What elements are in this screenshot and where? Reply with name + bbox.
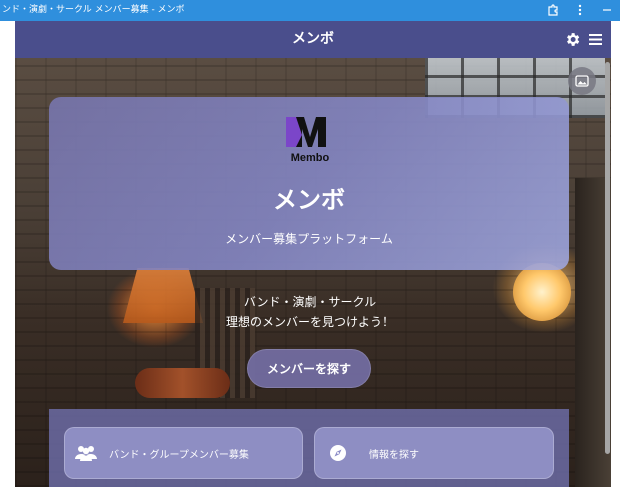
tile-label: バンド・グループメンバー募集 xyxy=(109,449,249,461)
tagline-line-1: バンド・演劇・サークル xyxy=(243,295,377,309)
tagline-line-2: 理想のメンバーを見つけよう！ xyxy=(225,315,394,329)
hamburger-menu-icon[interactable] xyxy=(588,32,603,47)
scrollbar-thumb[interactable] xyxy=(605,62,610,454)
hero-title: メンボ xyxy=(273,186,345,214)
tile-band-member-recruitment[interactable]: バンド・グループメンバー募集 xyxy=(64,427,303,479)
tile-label: 情報を探す xyxy=(369,449,419,461)
image-icon[interactable] xyxy=(568,67,596,95)
app-title: メンボ xyxy=(292,31,334,47)
browser-titlebar: ンド・演劇・サークル メンバー募集 - メンボ xyxy=(0,0,620,21)
gear-icon[interactable] xyxy=(564,31,581,48)
tile-find-info[interactable]: 情報を探す xyxy=(314,427,554,479)
find-members-button[interactable]: メンバーを探す xyxy=(247,349,371,388)
compass-icon xyxy=(327,443,349,463)
extension-icon[interactable] xyxy=(546,3,560,17)
logo-wordmark: Membo xyxy=(291,152,330,164)
more-options-icon[interactable] xyxy=(573,3,587,17)
browser-window-title: ンド・演劇・サークル メンバー募集 - メンボ xyxy=(2,5,185,15)
membo-logo: Membo xyxy=(280,115,340,165)
app-header: メンボ xyxy=(15,21,611,58)
minimize-icon[interactable] xyxy=(600,3,614,17)
violin xyxy=(135,368,230,398)
people-icon xyxy=(75,443,97,463)
hero-subtitle: メンバー募集プラットフォーム xyxy=(225,232,393,246)
